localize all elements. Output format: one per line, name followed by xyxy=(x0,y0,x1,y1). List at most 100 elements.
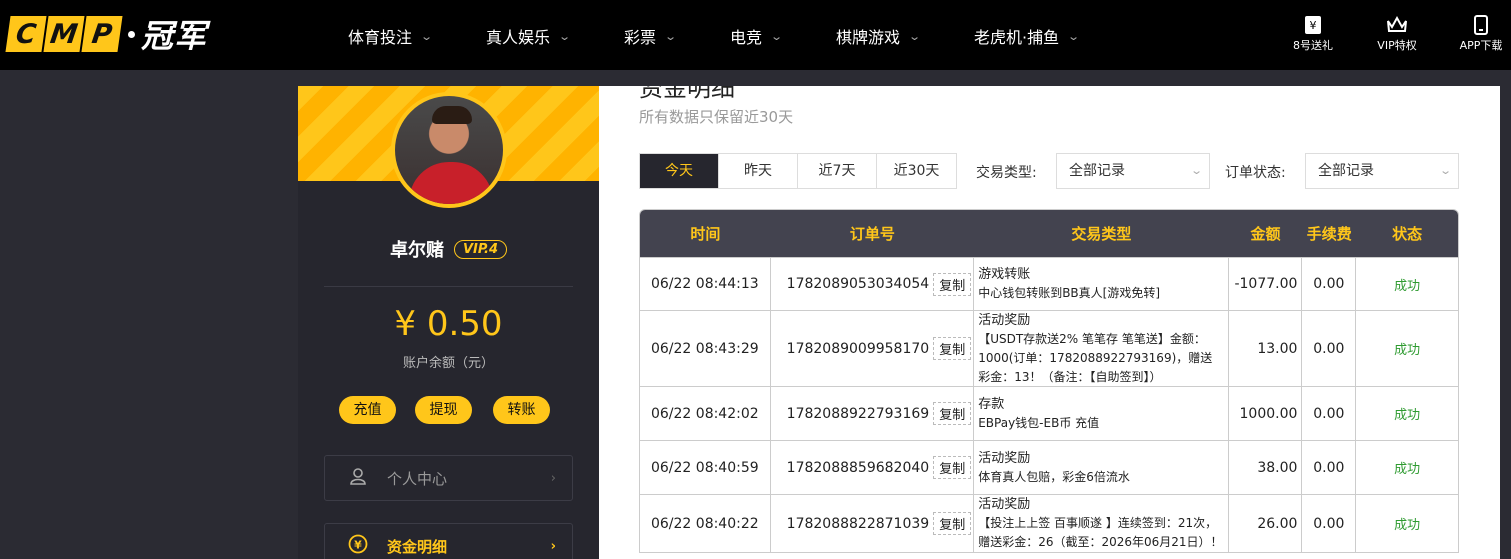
cell-fee: 0.00 xyxy=(1302,441,1357,494)
order-status-label: 订单状态: xyxy=(1225,165,1286,181)
cell-status: 成功 xyxy=(1356,441,1458,494)
nav-label: 电竞 xyxy=(730,28,763,47)
cell-amount: 38.00 xyxy=(1229,441,1303,494)
type-title: 存款 xyxy=(978,396,1005,412)
cell-fee: 0.00 xyxy=(1302,311,1357,386)
username: 卓尔赌 xyxy=(389,240,444,261)
type-desc: EBPay钱包-EB币 充值 xyxy=(978,415,1100,430)
nav-chess-cards[interactable]: 棋牌游戏 ⌄ xyxy=(836,24,921,48)
avatar-shirt xyxy=(409,162,493,204)
column-header-amount: 金额 xyxy=(1250,225,1281,243)
cell-order: 1782088822871039 复制 xyxy=(771,495,975,552)
tab-today[interactable]: 今天 xyxy=(640,154,719,188)
profile-panel: 卓尔赌 VIP.4 ¥ 0.50 账户余额（元） 充值 提现 转账 个人中心 ›… xyxy=(298,86,599,559)
nav-vip[interactable]: VIP特权 xyxy=(1367,15,1427,53)
cell-amount: -1077.00 xyxy=(1229,258,1303,310)
cell-status: 成功 xyxy=(1356,387,1458,440)
transfer-button[interactable]: 转账 xyxy=(493,396,550,424)
nav-slots-fishing[interactable]: 老虎机·捕鱼 ⌄ xyxy=(974,24,1080,48)
chevron-down-icon: ⌄ xyxy=(1189,164,1203,177)
select-value: 全部记录 xyxy=(1069,163,1125,179)
vip-badge: VIP.4 xyxy=(453,239,508,259)
cell-order: 1782089009958170 复制 xyxy=(771,311,975,386)
status-badge: 成功 xyxy=(1394,408,1421,423)
chevron-down-icon: ⌄ xyxy=(1438,164,1452,177)
table-row: 06/22 08:44:13 1782089053034054 复制 游戏转账中心… xyxy=(640,257,1458,310)
copy-button[interactable]: 复制 xyxy=(933,512,972,535)
nav-lottery[interactable]: 彩票 ⌄ xyxy=(624,24,678,48)
chevron-down-icon: ⌄ xyxy=(770,29,784,43)
nav-right-label: VIP特权 xyxy=(1377,39,1417,52)
top-navbar: C M P 冠军 体育投注 ⌄ 真人娱乐 ⌄ 彩票 ⌄ 电竞 ⌄ 棋牌游戏 ⌄ 老虎机·捕… xyxy=(0,0,1511,70)
page-title: 资金明细 xyxy=(639,86,735,102)
cell-type: 活动奖励 【投注上上签 百事顺遂 】连续签到：21次，赠送彩金：26（截至：202… xyxy=(974,495,1229,552)
logo-letter-c: C xyxy=(5,16,47,52)
logo[interactable]: C M P 冠军 xyxy=(5,16,207,55)
table-row: 06/22 08:40:59 1782088859682040 复制 活动奖励 体育… xyxy=(640,440,1458,494)
nav-label: 体育投注 xyxy=(348,28,413,47)
nav-gift-8th[interactable]: ¥ 8号送礼 xyxy=(1283,15,1343,53)
order-number: 1782088922793169 xyxy=(786,405,930,422)
crown-icon xyxy=(1367,15,1427,37)
type-title: 游戏转账 xyxy=(978,267,1031,282)
column-header-fee: 手续费 xyxy=(1306,225,1352,243)
chevron-down-icon: ⌄ xyxy=(558,29,572,43)
nav-esports[interactable]: 电竞 ⌄ xyxy=(730,24,784,48)
table-row: 06/22 08:40:22 1782088822871039 复制 活动奖励 【投… xyxy=(640,494,1458,552)
menu-fund-details[interactable]: ¥ 资金明细 › xyxy=(324,523,573,559)
table-row: 06/22 08:43:29 1782089009958170 复制 活动奖励 【U… xyxy=(640,310,1458,386)
copy-button[interactable]: 复制 xyxy=(933,272,972,296)
nav-sports[interactable]: 体育投注 ⌄ xyxy=(348,24,433,48)
username-row: 卓尔赌 VIP.4 xyxy=(298,236,599,262)
transaction-type-select[interactable]: 全部记录 ⌄ xyxy=(1056,153,1210,189)
copy-button[interactable]: 复制 xyxy=(933,402,972,425)
user-icon xyxy=(347,467,369,489)
type-desc: 【USDT存款送2% 笔笔存 笔笔送】金额：1000(订单：1782088922… xyxy=(978,331,1213,384)
menu-personal-center[interactable]: 个人中心 › xyxy=(324,455,573,501)
cell-status: 成功 xyxy=(1356,258,1458,310)
svg-text:¥: ¥ xyxy=(1310,19,1317,32)
cell-status: 成功 xyxy=(1356,495,1458,552)
logo-dot xyxy=(128,30,135,38)
cell-type: 活动奖励 【USDT存款送2% 笔笔存 笔笔送】金额：1000(订单：178208… xyxy=(974,311,1229,386)
tab-last-7-days[interactable]: 近7天 xyxy=(798,154,877,188)
chevron-down-icon: ⌄ xyxy=(664,29,678,43)
cell-type: 存款 EBPay钱包-EB币 充值 xyxy=(974,387,1229,440)
tab-last-30-days[interactable]: 近30天 xyxy=(877,154,956,188)
status-badge: 成功 xyxy=(1394,518,1421,533)
cell-order: 1782089053034054 复制 xyxy=(771,258,975,310)
logo-letter-p: P xyxy=(81,16,123,52)
copy-button[interactable]: 复制 xyxy=(933,456,972,479)
deposit-button[interactable]: 充值 xyxy=(339,396,396,424)
transactions-table: 时间 订单号 交易类型 金额 手续费 状态 06/22 08:44:13 178… xyxy=(639,209,1459,553)
order-number: 1782088822871039 xyxy=(786,515,930,532)
order-status-select[interactable]: 全部记录 ⌄ xyxy=(1305,153,1459,189)
cell-amount: 26.00 xyxy=(1229,495,1303,552)
nav-live-casino[interactable]: 真人娱乐 ⌄ xyxy=(486,24,572,48)
cell-amount: 1000.00 xyxy=(1229,387,1303,440)
nav-label: 老虎机·捕鱼 xyxy=(974,28,1060,47)
nav-app-download[interactable]: APP下载 xyxy=(1451,15,1511,53)
chevron-right-icon: › xyxy=(550,470,556,486)
yen-ticket-icon: ¥ xyxy=(1283,15,1343,37)
cell-fee: 0.00 xyxy=(1302,387,1357,440)
cell-time: 06/22 08:42:02 xyxy=(640,387,771,440)
cell-order: 1782088922793169 复制 xyxy=(771,387,975,440)
type-title: 活动奖励 xyxy=(978,450,1031,466)
type-title: 活动奖励 xyxy=(978,497,1031,512)
menu-label: 个人中心 xyxy=(387,469,448,488)
column-header-time: 时间 xyxy=(690,225,721,243)
nav-label: 棋牌游戏 xyxy=(836,28,901,47)
copy-button[interactable]: 复制 xyxy=(933,337,972,360)
tab-yesterday[interactable]: 昨天 xyxy=(719,154,798,188)
cell-time: 06/22 08:44:13 xyxy=(640,258,771,310)
type-desc: 中心钱包转账到BB真人[游戏免转] xyxy=(978,286,1161,300)
withdraw-button[interactable]: 提现 xyxy=(415,396,472,424)
chevron-right-icon: › xyxy=(550,538,556,554)
cell-type: 游戏转账中心钱包转账到BB真人[游戏免转] xyxy=(974,258,1229,310)
balance-amount: ¥ 0.50 xyxy=(394,304,503,344)
select-value: 全部记录 xyxy=(1318,163,1374,179)
cell-time: 06/22 08:43:29 xyxy=(640,311,771,386)
logo-brand-text: 冠军 xyxy=(141,17,208,55)
cell-fee: 0.00 xyxy=(1302,495,1357,552)
